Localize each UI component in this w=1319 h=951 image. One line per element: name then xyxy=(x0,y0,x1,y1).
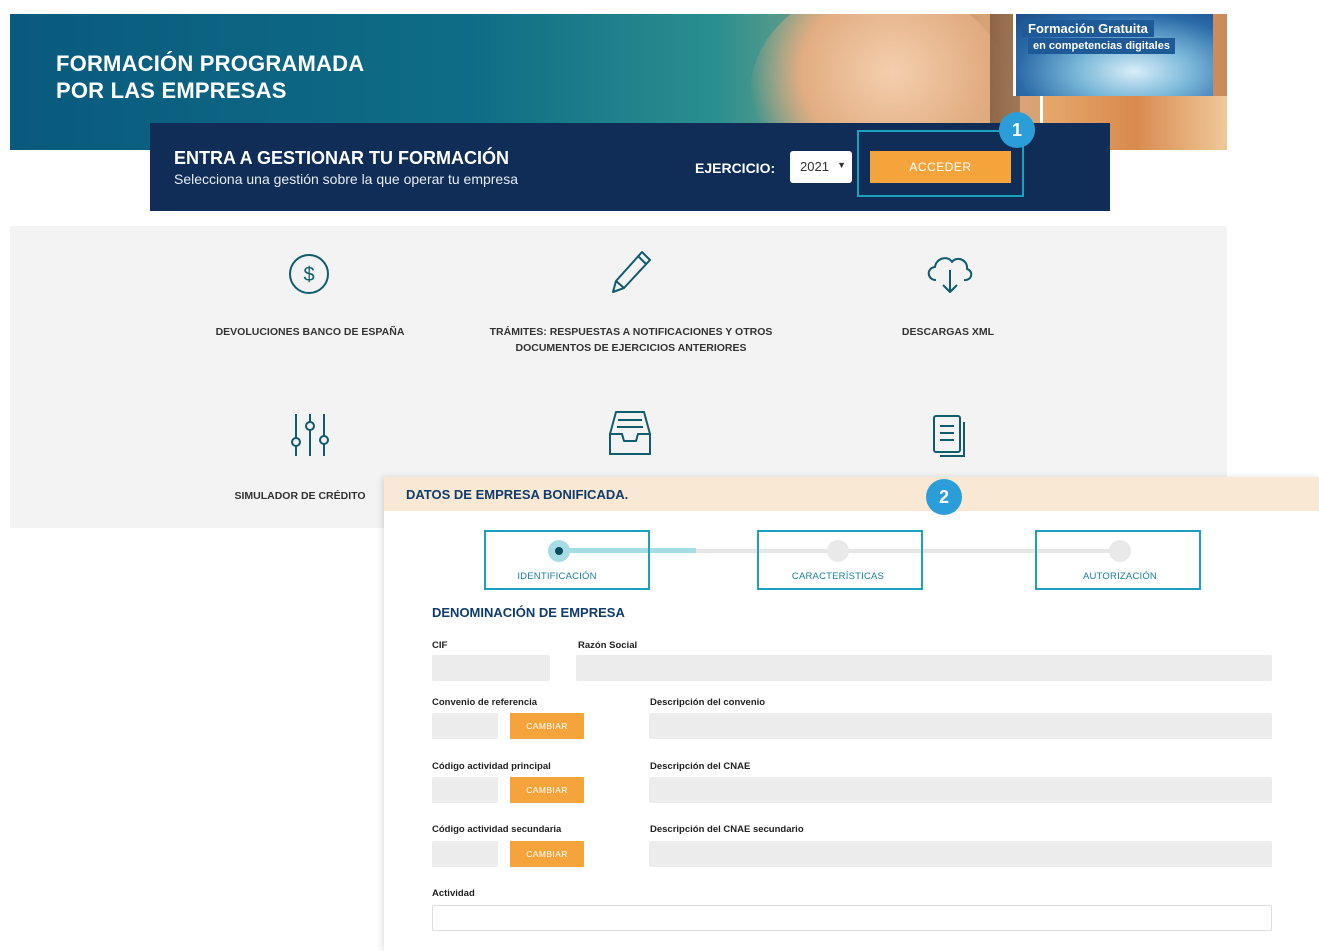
cloud-download-icon[interactable] xyxy=(922,250,976,296)
desc-cnae-sec-field[interactable] xyxy=(649,841,1272,867)
convenio-field[interactable] xyxy=(432,713,498,739)
inbox-tray-icon[interactable] xyxy=(606,408,654,460)
sliders-icon[interactable] xyxy=(288,410,332,460)
convenio-label: Convenio de referencia xyxy=(432,697,538,708)
cif-field[interactable] xyxy=(432,655,550,681)
year-select-value: 2021 xyxy=(800,159,829,174)
desc-cnae-sec-label: Descripción del CNAE secundario xyxy=(650,824,804,835)
svg-text:$: $ xyxy=(303,264,314,286)
ejercicio-label: EJERCICIO: xyxy=(695,160,776,176)
actividad-principal-label: Código actividad principal xyxy=(432,761,551,772)
service-label-simulador[interactable]: SIMULADOR DE CRÉDITO xyxy=(210,488,390,504)
empresa-form-panel: DATOS DE EMPRESA BONIFICADA. IDENTIFICAC… xyxy=(384,477,1319,951)
cambiar-convenio-button[interactable]: CAMBIAR xyxy=(510,713,584,739)
chevron-down-icon: ▼ xyxy=(837,160,846,170)
access-subtitle: Selecciona una gestión sobre la que oper… xyxy=(174,171,518,187)
promo-banner[interactable]: Formación Gratuita en competencias digit… xyxy=(1013,14,1213,96)
section-title: DENOMINACIÓN DE EMPRESA xyxy=(432,605,625,620)
access-title: ENTRA A GESTIONAR TU FORMACIÓN xyxy=(174,148,509,168)
cambiar-actividad-secundaria-button[interactable]: CAMBIAR xyxy=(510,841,584,867)
cif-label: CIF xyxy=(432,640,448,651)
promo-line-2: en competencias digitales xyxy=(1028,38,1175,54)
pencil-icon[interactable] xyxy=(608,248,654,298)
service-label-tramites[interactable]: TRÁMITES: RESPUESTAS A NOTIFICACIONES Y … xyxy=(486,324,776,356)
desc-convenio-label: Descripción del convenio xyxy=(650,697,766,708)
highlight-box-step-3 xyxy=(1035,530,1201,590)
highlight-box-acceder xyxy=(857,130,1024,197)
document-icon[interactable] xyxy=(930,412,970,460)
desc-convenio-field[interactable] xyxy=(649,713,1272,739)
actividad-secundaria-field[interactable] xyxy=(432,841,498,867)
step-badge-2: 2 xyxy=(926,479,962,515)
form-header: DATOS DE EMPRESA BONIFICADA. xyxy=(384,477,1319,511)
actividad-secundaria-label: Código actividad secundaria xyxy=(432,824,562,835)
highlight-box-step-2 xyxy=(757,530,923,590)
razon-social-field[interactable] xyxy=(576,655,1272,681)
razon-social-label: Razón Social xyxy=(578,640,638,651)
step-badge-1: 1 xyxy=(999,112,1035,148)
cambiar-actividad-principal-button[interactable]: CAMBIAR xyxy=(510,777,584,803)
desc-cnae-field[interactable] xyxy=(649,777,1272,803)
service-label-descargas[interactable]: DESCARGAS XML xyxy=(848,324,1048,340)
year-select[interactable]: 2021 ▼ xyxy=(790,151,852,183)
page: FORMACIÓN PROGRAMADA POR LAS EMPRESAS Fo… xyxy=(0,0,1319,951)
actividad-principal-field[interactable] xyxy=(432,777,498,803)
promo-line-1: Formación Gratuita xyxy=(1022,20,1154,37)
highlight-box-step-1 xyxy=(484,530,650,590)
actividad-field[interactable] xyxy=(432,905,1272,931)
desc-cnae-label: Descripción del CNAE xyxy=(650,761,751,772)
hero-title: FORMACIÓN PROGRAMADA POR LAS EMPRESAS xyxy=(56,51,365,103)
form-title: DATOS DE EMPRESA BONIFICADA. xyxy=(406,487,629,502)
actividad-label: Actividad xyxy=(432,888,475,899)
dollar-circle-icon[interactable]: $ xyxy=(287,252,331,296)
service-label-devoluciones[interactable]: DEVOLUCIONES BANCO DE ESPAÑA xyxy=(180,324,440,340)
